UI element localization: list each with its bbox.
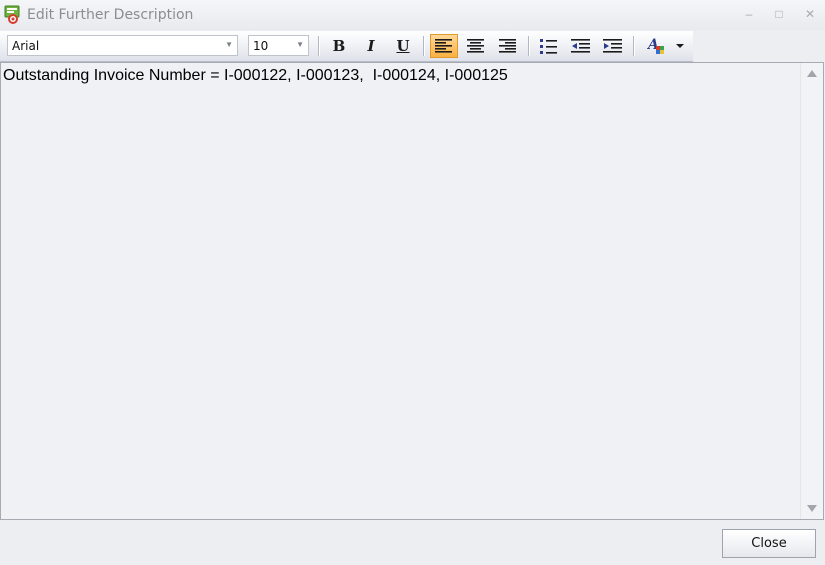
font-family-select[interactable]: Arial ▼: [7, 35, 238, 56]
scroll-down-icon[interactable]: [807, 505, 817, 512]
toolbar-separator: [528, 36, 530, 56]
title-bar: Edit Further Description – □ ✕: [0, 0, 825, 30]
toolbar-empty-area: [693, 31, 825, 61]
rich-text-editor[interactable]: Outstanding Invoice Number = I-000122, I…: [0, 62, 824, 520]
bold-button[interactable]: B: [325, 34, 353, 58]
align-left-icon: [435, 39, 452, 53]
bullets-button[interactable]: [535, 34, 563, 58]
font-size-value: 10: [253, 39, 269, 53]
outdent-button[interactable]: [567, 34, 595, 58]
toolbar-separator: [633, 36, 635, 56]
chevron-down-icon[interactable]: ▼: [225, 40, 233, 49]
align-left-button[interactable]: [430, 34, 458, 58]
scroll-up-icon[interactable]: [807, 70, 817, 77]
bullet-list-icon: [540, 38, 557, 54]
editor-content[interactable]: Outstanding Invoice Number = I-000122, I…: [3, 67, 508, 85]
chevron-down-icon[interactable]: ▼: [296, 40, 304, 49]
close-window-button[interactable]: ✕: [802, 6, 818, 22]
indent-button[interactable]: [599, 34, 627, 58]
app-icon: [4, 5, 20, 24]
maximize-button[interactable]: □: [771, 6, 787, 22]
italic-icon: I: [367, 37, 375, 55]
align-right-button[interactable]: [494, 34, 522, 58]
window-title: Edit Further Description: [27, 7, 194, 23]
align-right-icon: [499, 39, 516, 53]
vertical-scrollbar[interactable]: [800, 63, 823, 519]
underline-button[interactable]: U: [389, 34, 417, 58]
indent-icon: [603, 38, 622, 53]
align-center-icon: [467, 39, 484, 53]
bold-icon: B: [332, 37, 346, 55]
font-color-icon: A: [647, 37, 664, 54]
underline-icon: U: [396, 37, 410, 55]
font-size-select[interactable]: 10 ▼: [248, 35, 309, 56]
font-family-value: Arial: [12, 39, 40, 53]
toolbar-separator: [423, 36, 425, 56]
close-button[interactable]: Close: [722, 529, 816, 558]
font-color-button[interactable]: A: [640, 34, 690, 58]
edit-description-window: Edit Further Description – □ ✕ Arial ▼ 1…: [0, 0, 825, 565]
caret-down-icon[interactable]: [675, 44, 684, 48]
toolbar-separator: [318, 36, 320, 56]
outdent-icon: [571, 38, 590, 53]
minimize-button[interactable]: –: [741, 6, 757, 22]
align-center-button[interactable]: [462, 34, 490, 58]
formatting-toolbar: Arial ▼ 10 ▼ B I U A: [0, 31, 693, 62]
italic-button[interactable]: I: [357, 34, 385, 58]
